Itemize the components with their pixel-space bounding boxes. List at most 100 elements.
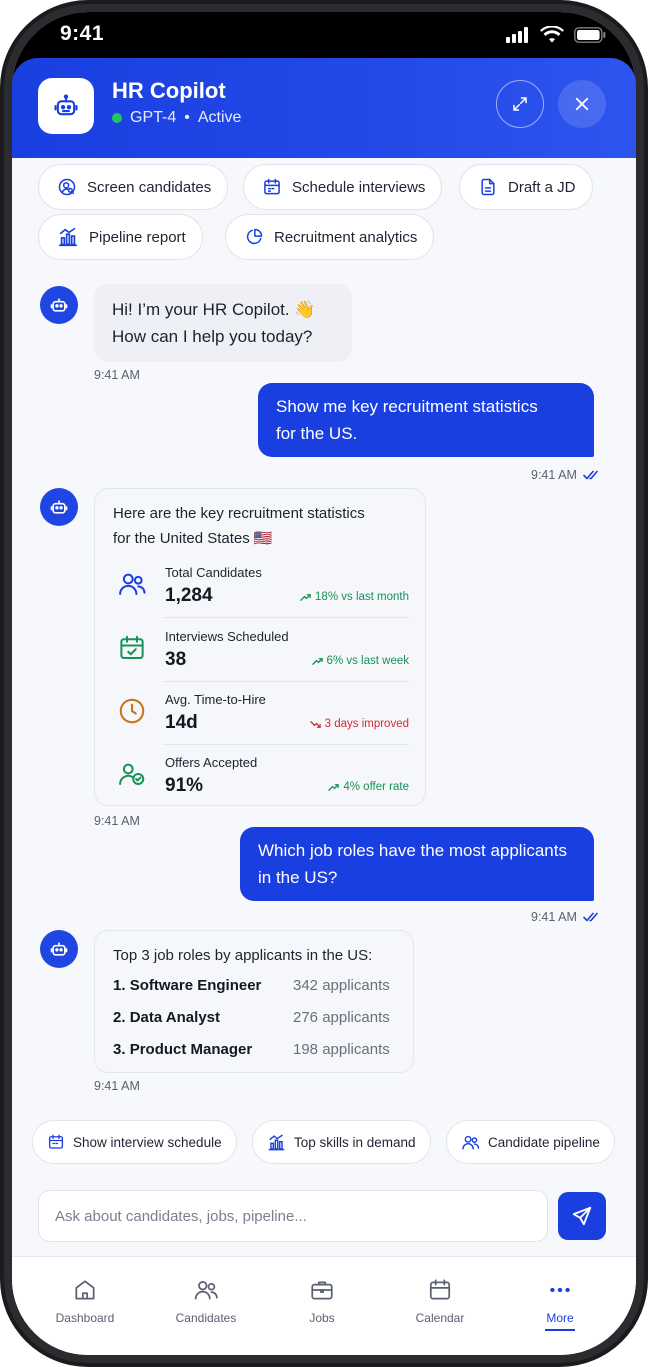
trend-up-icon — [300, 593, 311, 601]
calendar-check-icon — [120, 635, 144, 659]
message-timestamp: 9:41 AM — [94, 814, 140, 828]
more-dots-icon — [550, 1287, 570, 1293]
message-text: How can I help you today? — [112, 327, 313, 346]
wifi-icon — [540, 26, 564, 43]
bot-avatar — [40, 488, 78, 526]
chip-schedule-interviews[interactable]: Schedule interviews — [243, 164, 443, 210]
quick-reply-candidate-pipeline[interactable]: Candidate pipeline — [446, 1120, 615, 1164]
nav-calendar[interactable]: Calendar — [385, 1277, 495, 1325]
stat-label: Avg. Time-to-Hire — [165, 692, 266, 707]
quick-reply-top-skills[interactable]: Top skills in demand — [252, 1120, 431, 1164]
nav-candidates[interactable]: Candidates — [151, 1277, 261, 1325]
chip-screen-candidates[interactable]: Screen candidates — [38, 164, 229, 210]
message-text: Which job roles have the most applicants — [258, 841, 567, 860]
users-icon — [194, 1281, 218, 1300]
nav-more[interactable]: More — [505, 1277, 615, 1331]
nav-jobs[interactable]: Jobs — [267, 1277, 377, 1325]
message-timestamp-row: 9:41 AM — [531, 468, 601, 482]
stat-value: 14d — [165, 712, 198, 733]
stat-trend: 6% vs last week — [311, 655, 409, 667]
message-timestamp-row: 9:41 AM — [531, 910, 601, 924]
role-name: 3. Product Manager — [113, 1041, 293, 1058]
user-message: Show me key recruitment statistics for t… — [258, 383, 594, 457]
close-icon — [575, 97, 589, 111]
quick-reply-label: Candidate pipeline — [488, 1134, 600, 1150]
role-applicants: 342 applicants — [293, 977, 390, 994]
message-input[interactable] — [55, 1207, 531, 1225]
chip-recruitment-analytics[interactable]: Recruitment analytics — [225, 214, 435, 260]
cellular-signal-icon — [506, 27, 528, 43]
message-text: in the US? — [258, 868, 338, 887]
chip-label: Recruitment analytics — [274, 228, 418, 246]
stat-label: Interviews Scheduled — [165, 629, 289, 644]
send-icon — [572, 1206, 592, 1226]
status-separator: • — [184, 109, 190, 126]
role-name: 1. Software Engineer — [113, 977, 293, 994]
robot-icon — [50, 298, 68, 312]
trend-up-icon — [328, 783, 340, 791]
chip-label: Schedule interviews — [292, 178, 426, 196]
bottom-nav: Dashboard Candidates Jobs Calendar More — [12, 1256, 636, 1355]
stat-trend: 4% offer rate — [328, 781, 409, 793]
stat-offers-accepted: Offers Accepted 91% 4% offer rate — [113, 755, 409, 817]
role-name: 2. Data Analyst — [113, 1009, 293, 1026]
close-button[interactable] — [558, 80, 606, 128]
chip-draft-jd[interactable]: Draft a JD — [459, 164, 593, 210]
double-check-icon — [583, 912, 598, 922]
role-applicants: 276 applicants — [293, 1009, 390, 1026]
divider — [163, 617, 409, 618]
nav-label: More — [546, 1311, 574, 1325]
chip-label: Draft a JD — [508, 178, 576, 196]
online-indicator — [112, 113, 122, 123]
bot-message-greeting: Hi! I’m your HR Copilot. 👋 How can I hel… — [94, 284, 352, 362]
divider — [163, 681, 409, 682]
message-text: Here are the key recruitment statistics — [113, 505, 365, 522]
user-check-icon — [119, 763, 145, 785]
stats-intro: Here are the key recruitment statistics … — [113, 501, 365, 551]
robot-icon — [50, 942, 68, 956]
bar-chart-icon — [268, 1134, 285, 1150]
status-icons — [506, 26, 606, 44]
message-text: Hi! I’m your HR Copilot. 👋 — [112, 300, 316, 319]
quick-reply-label: Top skills in demand — [294, 1134, 416, 1150]
calendar-icon — [48, 1134, 64, 1149]
user-search-icon — [58, 178, 76, 196]
stat-value: 38 — [165, 649, 187, 670]
model-name: GPT-4 — [130, 109, 177, 126]
bot-avatar — [40, 930, 78, 968]
chip-pipeline-report[interactable]: Pipeline report — [38, 214, 203, 260]
briefcase-icon — [311, 1281, 333, 1300]
copilot-avatar — [38, 78, 94, 134]
send-button[interactable] — [558, 1192, 606, 1240]
calendar-icon — [264, 178, 280, 195]
stat-label: Offers Accepted — [165, 755, 258, 770]
message-text: for the US. — [276, 424, 358, 443]
nav-label: Candidates — [175, 1311, 237, 1325]
message-input-container — [38, 1190, 548, 1242]
message-timestamp: 9:41 AM — [94, 368, 140, 382]
status-time: 9:41 — [60, 22, 105, 45]
role-rank: 2. — [113, 1009, 126, 1026]
role-rank: 1. — [113, 977, 126, 994]
list-item: 1. Software Engineer 342 applicants — [113, 977, 393, 994]
message-timestamp: 9:41 AM — [94, 1079, 140, 1093]
chat-title: HR Copilot — [112, 78, 226, 103]
home-icon — [75, 1280, 95, 1300]
document-icon — [481, 178, 495, 196]
role-title: Software Engineer — [129, 977, 262, 994]
users-icon — [462, 1135, 480, 1150]
trend-text: 4% offer rate — [343, 781, 409, 793]
message-text: Show me key recruitment statistics — [276, 397, 538, 416]
expand-icon — [513, 97, 527, 111]
quick-reply-interview-schedule[interactable]: Show interview schedule — [32, 1120, 237, 1164]
active-indicator — [545, 1329, 575, 1331]
nav-dashboard[interactable]: Dashboard — [30, 1277, 140, 1325]
message-timestamp: 9:41 AM — [531, 910, 577, 924]
screen: 9:41 HR Copilot GPT-4 • Active Screen ca… — [12, 12, 636, 1355]
bot-avatar — [40, 286, 78, 324]
phone-frame: 9:41 HR Copilot GPT-4 • Active Screen ca… — [0, 0, 648, 1367]
expand-button[interactable] — [496, 80, 544, 128]
stat-trend: 18% vs last month — [300, 591, 409, 603]
battery-icon — [574, 27, 606, 43]
roles-intro: Top 3 job roles by applicants in the US: — [113, 947, 373, 964]
